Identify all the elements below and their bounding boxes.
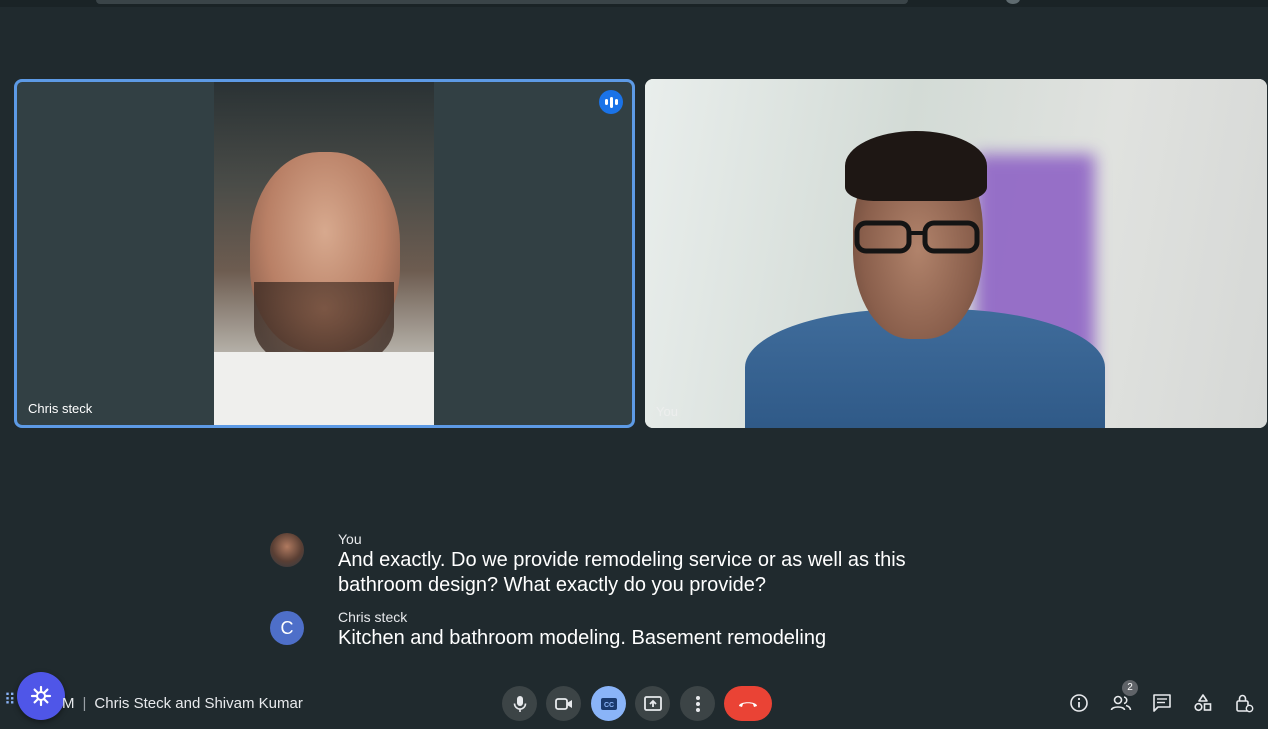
captions-button[interactable]: CC xyxy=(591,686,626,721)
top-scroll-track xyxy=(96,0,908,4)
present-button[interactable] xyxy=(635,686,670,721)
activities-icon xyxy=(1194,694,1212,712)
host-controls-button[interactable] xyxy=(1231,690,1257,716)
browser-top-strip xyxy=(0,0,1268,7)
participant-name-label: Chris steck xyxy=(28,401,93,416)
captions-panel: You And exactly. Do we provide remodelin… xyxy=(270,530,970,651)
participant-tile-you[interactable]: You xyxy=(645,79,1267,428)
participant-video-chris xyxy=(214,82,434,425)
meeting-details: M | Chris Steck and Shivam Kumar xyxy=(62,695,303,712)
mic-button[interactable] xyxy=(502,686,537,721)
glasses-shape xyxy=(854,220,980,254)
top-indicator-dot xyxy=(1006,0,1020,4)
meeting-time: M xyxy=(62,695,75,712)
end-call-button[interactable] xyxy=(724,686,772,721)
chat-icon xyxy=(1153,694,1171,712)
caption-speaker-name: You xyxy=(338,531,362,547)
chat-button[interactable] xyxy=(1149,690,1175,716)
meeting-title: Chris Steck and Shivam Kumar xyxy=(94,695,303,712)
more-options-button[interactable] xyxy=(680,686,715,721)
host-controls-icon xyxy=(1236,694,1254,713)
activities-button[interactable] xyxy=(1190,690,1216,716)
end-call-icon xyxy=(739,701,757,707)
shirt-shape xyxy=(214,352,434,425)
more-options-icon xyxy=(695,695,700,712)
participant-video-you xyxy=(645,79,1267,428)
participant-tile-chris[interactable]: Chris steck xyxy=(14,79,635,428)
bottom-control-bar: ⠿ M | Chris Steck and Shivam Kumar CC 2 xyxy=(0,672,1268,729)
info-icon xyxy=(1070,694,1088,712)
speaking-indicator-icon xyxy=(599,90,623,114)
participant-name-label: You xyxy=(656,404,678,419)
camera-icon xyxy=(554,697,572,710)
caption-entry: C Chris steck Kitchen and bathroom model… xyxy=(270,608,970,651)
mic-icon xyxy=(513,695,526,712)
hair-shape xyxy=(845,131,987,201)
assistant-fab-button[interactable] xyxy=(17,672,65,720)
present-icon xyxy=(643,695,662,711)
avatar xyxy=(270,533,304,567)
divider: | xyxy=(82,695,87,712)
sparkle-icon xyxy=(30,685,52,707)
people-button[interactable]: 2 xyxy=(1108,680,1138,716)
people-icon xyxy=(1110,695,1132,711)
captions-icon: CC xyxy=(600,697,617,710)
caption-entry: You And exactly. Do we provide remodelin… xyxy=(270,530,970,598)
camera-button[interactable] xyxy=(546,686,581,721)
meeting-info-button[interactable] xyxy=(1066,690,1092,716)
avatar: C xyxy=(270,611,304,645)
participant-count-badge: 2 xyxy=(1122,680,1138,696)
drag-handle-icon[interactable]: ⠿ xyxy=(4,690,16,710)
svg-text:CC: CC xyxy=(603,702,613,709)
caption-text: Kitchen and bathroom modeling. Basement … xyxy=(338,627,827,649)
caption-speaker-name: Chris steck xyxy=(338,609,408,625)
caption-text: And exactly. Do we provide remodeling se… xyxy=(338,549,906,596)
